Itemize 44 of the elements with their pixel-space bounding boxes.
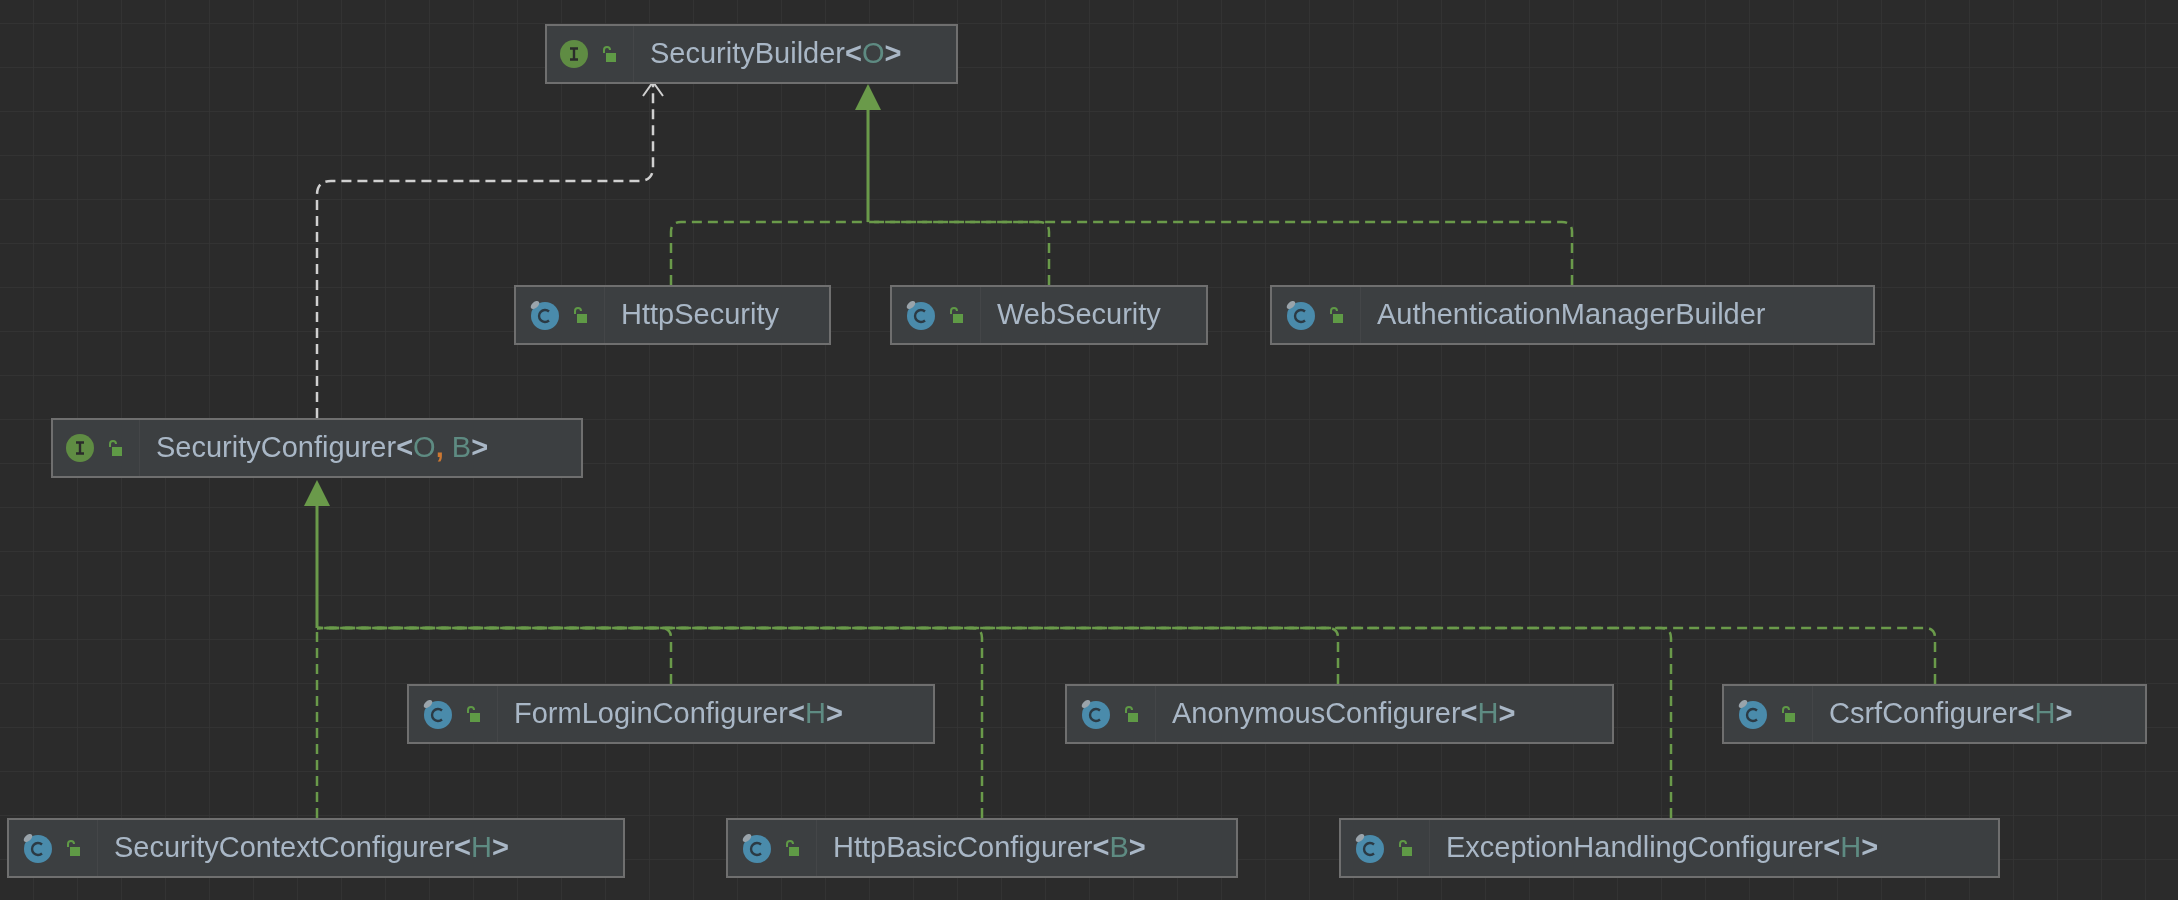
open-lock-icon: [572, 306, 588, 324]
class-node[interactable]: CsrfConfigurer<H>: [1722, 684, 2147, 744]
class-name: HttpSecurity: [620, 297, 779, 333]
interface-icon: [559, 39, 589, 69]
class-node[interactable]: AuthenticationManagerBuilder: [1270, 285, 1875, 345]
class-name: CsrfConfigurer<H>: [1828, 696, 2073, 732]
class-icon: [740, 832, 772, 864]
class-node[interactable]: SecurityBuilder<O>: [545, 24, 958, 84]
class-name: HttpBasicConfigurer<B>: [832, 830, 1146, 866]
open-lock-icon: [1123, 705, 1139, 723]
class-node[interactable]: SecurityConfigurer<O, B>: [51, 418, 583, 478]
open-lock-icon: [948, 306, 964, 324]
open-lock-icon: [1780, 705, 1796, 723]
class-name: WebSecurity: [996, 297, 1161, 333]
open-lock-icon: [465, 705, 481, 723]
open-lock-icon: [1397, 839, 1413, 857]
class-icon: [21, 832, 53, 864]
class-name: SecurityConfigurer<O, B>: [155, 430, 489, 466]
class-name: AuthenticationManagerBuilder: [1376, 297, 1766, 333]
class-node[interactable]: HttpSecurity: [514, 285, 831, 345]
open-lock-icon: [107, 439, 123, 457]
class-node[interactable]: HttpBasicConfigurer<B>: [726, 818, 1238, 878]
class-node[interactable]: AnonymousConfigurer<H>: [1065, 684, 1614, 744]
class-icon: [1284, 299, 1316, 331]
class-icon: [904, 299, 936, 331]
interface-icon: [65, 433, 95, 463]
class-name: FormLoginConfigurer<H>: [513, 696, 843, 732]
open-lock-icon: [65, 839, 81, 857]
class-icon: [1736, 698, 1768, 730]
class-icon: [1353, 832, 1385, 864]
class-name: SecurityContextConfigurer<H>: [113, 830, 509, 866]
class-node[interactable]: SecurityContextConfigurer<H>: [7, 818, 625, 878]
open-lock-icon: [784, 839, 800, 857]
class-name: SecurityBuilder<O>: [649, 36, 902, 72]
class-icon: [528, 299, 560, 331]
class-name: ExceptionHandlingConfigurer<H>: [1445, 830, 1879, 866]
class-node[interactable]: ExceptionHandlingConfigurer<H>: [1339, 818, 2000, 878]
class-icon: [421, 698, 453, 730]
class-icon: [1079, 698, 1111, 730]
class-name: AnonymousConfigurer<H>: [1171, 696, 1516, 732]
class-node[interactable]: FormLoginConfigurer<H>: [407, 684, 935, 744]
open-lock-icon: [1328, 306, 1344, 324]
open-lock-icon: [601, 45, 617, 63]
class-node[interactable]: WebSecurity: [890, 285, 1208, 345]
